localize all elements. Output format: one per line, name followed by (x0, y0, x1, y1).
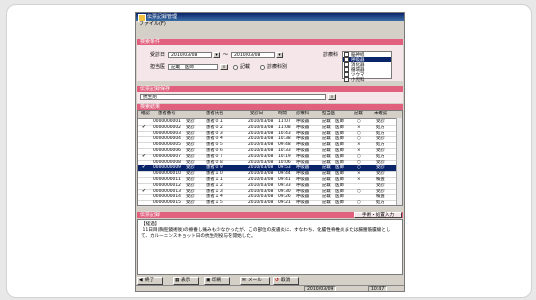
row-department: 呼吸器 (296, 200, 310, 206)
results-table: 確認 患者番号 患者氏名 受診日 時間 診療科 担当医 記載 未確認 00000… (137, 110, 403, 207)
results-scrollbar[interactable] (396, 118, 402, 205)
status-bar: 2010/03/09 10:47 (136, 285, 404, 291)
row-doctor: 記載 医師 (322, 200, 344, 206)
title-bar: 伝票記録管理 (136, 13, 404, 22)
app-window: 伝票記録管理 ファイル(F) 検索条件 受診日 2010/03/08 ▾ 〜 2… (135, 12, 405, 292)
doctor-field[interactable]: 記載 医師 (168, 64, 218, 70)
status-time: 10:47 (368, 286, 388, 291)
keyword-field[interactable]: 抗生剤 (140, 94, 326, 100)
print-button[interactable]: ▣ 印刷 (204, 277, 230, 285)
procedure-entry-button[interactable]: 手術・処置入力 (354, 212, 402, 218)
radio-by-department[interactable] (260, 65, 265, 70)
department-label: 診療科 (323, 52, 339, 58)
date-from-calendar-button[interactable]: ▾ (213, 52, 220, 58)
status-date: 2010/03/09 (304, 286, 337, 291)
binoculars-search-icon[interactable]: ⌕ (220, 64, 228, 70)
date-label: 受診日 (150, 52, 166, 58)
mail-button[interactable]: ✉ メール (240, 277, 270, 285)
col-department[interactable]: 診療科 (296, 111, 309, 118)
menu-file[interactable]: ファイル(F) (139, 21, 166, 27)
exit-button[interactable]: ◀ 終了 (137, 277, 163, 285)
doctor-label: 担当医 (150, 64, 166, 70)
row-date: 2010/03/08 (248, 200, 274, 206)
results-table-header: 確認 患者番号 患者氏名 受診日 時間 診療科 担当医 記載 未確認 (138, 111, 402, 119)
col-patient-id[interactable]: 患者番号 (158, 111, 176, 118)
radio-record[interactable] (233, 65, 238, 70)
menu-bar: ファイル(F) (136, 21, 404, 28)
row-status: 処方 (376, 200, 385, 206)
row-ward: 受診 (186, 200, 195, 206)
record-memo[interactable]: 【経過】 11日目(胸腔鏡術後)の療養し痛みも少なかったが、この部位の皮膚炎に、… (137, 219, 403, 275)
row-record-mark: ○ (357, 200, 361, 206)
radio-record-label: 記載 (240, 64, 251, 70)
date-to-calendar-button[interactable]: ▾ (276, 52, 283, 58)
bottom-toolbar: ◀ 終了 ▦ 表示 ▣ 印刷 ✉ メール ↺ 取消 (136, 277, 404, 285)
col-confirm[interactable]: 確認 (141, 111, 150, 118)
date-from-field[interactable]: 2010/03/08 (168, 52, 212, 58)
keyword-search-icon[interactable]: ⌕ (328, 94, 336, 100)
department-listbox[interactable]: 脳神経 呼吸器 消化器 循環器 ツウマ 小児科 (342, 51, 392, 83)
record-title: 伝票記録 (140, 212, 161, 218)
record-memo-text: 【経過】 11日目(胸腔鏡術後)の療養し痛みも少なかったが、この部位の皮膚炎に、… (141, 222, 391, 239)
department-option[interactable]: 小児科 (343, 77, 391, 83)
col-time[interactable]: 時間 (278, 111, 287, 118)
col-date[interactable]: 受診日 (250, 111, 263, 118)
date-to-field[interactable]: 2010/03/08 (231, 52, 275, 58)
row-time: 09:21 (278, 200, 291, 206)
row-patient-id: 0000000015 (153, 200, 181, 206)
cancel-button[interactable]: ↺ 取消 (273, 277, 299, 285)
col-record[interactable]: 記載 (354, 111, 363, 118)
display-button[interactable]: ▦ 表示 (173, 277, 199, 285)
col-patient-name[interactable]: 患者氏名 (206, 111, 224, 118)
col-doctor[interactable]: 担当医 (322, 111, 335, 118)
row-patient-name: 患者１５ (206, 200, 224, 206)
date-range-tilde: 〜 (223, 52, 229, 58)
window-title: 伝票記録管理 (147, 14, 178, 20)
radio-by-department-label: 診療科別 (267, 64, 288, 70)
table-row[interactable]: 0000000015 受診 患者１５ 2010/03/08 09:21 呼吸器 記載 医師 ○… (138, 200, 402, 207)
col-unconfirmed[interactable]: 未確認 (374, 111, 387, 118)
